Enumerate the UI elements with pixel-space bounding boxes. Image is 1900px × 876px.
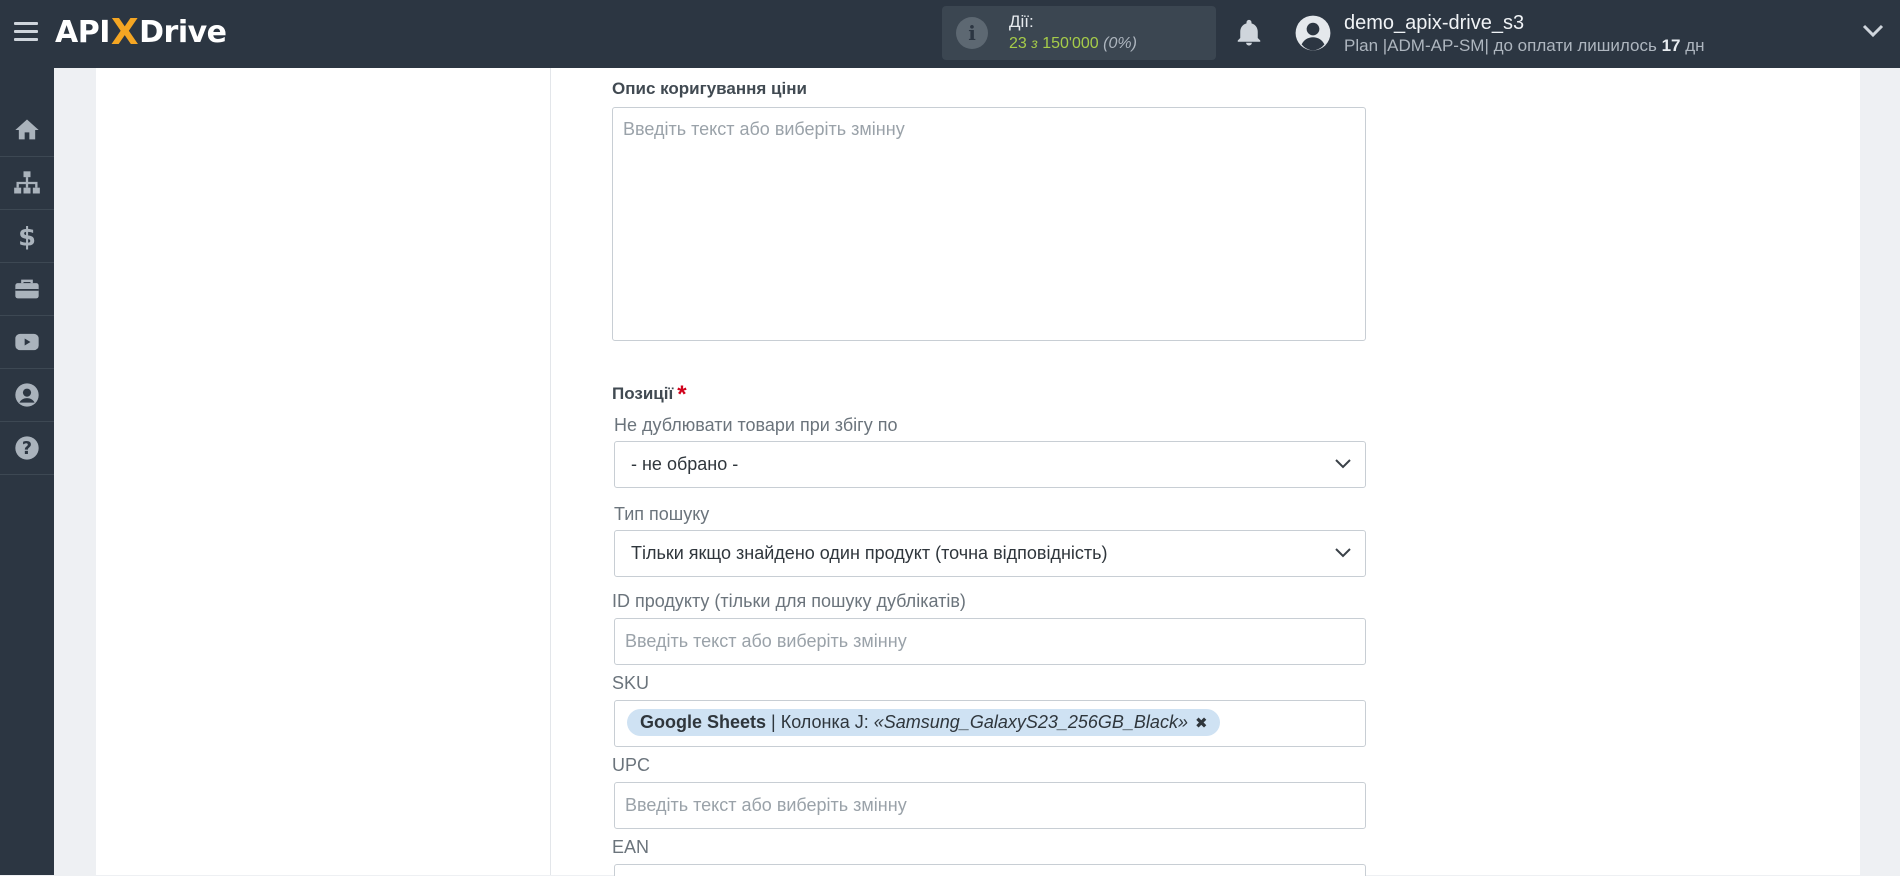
sidebar-item-help[interactable]: ? (0, 422, 54, 475)
upc-label: UPC (612, 755, 651, 775)
ean-label: EAN (612, 837, 650, 857)
remove-tag-icon[interactable]: ✖ (1195, 714, 1208, 732)
ean-input[interactable] (614, 864, 1366, 876)
sidebar-item-video[interactable] (0, 316, 54, 369)
dollar-icon: $ (18, 222, 36, 250)
home-icon (15, 119, 39, 140)
logo-text-right: Drive (139, 14, 227, 50)
logo-text-x: X (110, 11, 139, 53)
help-icon: ? (15, 436, 39, 460)
chevron-down-icon[interactable] (1862, 24, 1884, 38)
bell-icon[interactable] (1234, 18, 1264, 48)
price-adjust-placeholder: Введіть текст або виберіть змінну (623, 119, 905, 139)
actions-used: 23 (1009, 35, 1027, 52)
sidebar-item-home[interactable] (0, 104, 54, 157)
no-dup-select[interactable]: - не обрано - (614, 441, 1366, 488)
briefcase-icon (15, 279, 39, 299)
plan-text: Plan |ADM-AP-SM| до оплати лишилось (1344, 36, 1657, 55)
product-id-placeholder: Введіть текст або виберіть змінну (625, 631, 907, 651)
left-panel (96, 68, 551, 875)
avatar[interactable] (1294, 14, 1332, 52)
apix-drive-logo[interactable]: API X Drive (55, 11, 227, 53)
svg-text:$: $ (18, 222, 36, 250)
actions-percent: (0%) (1103, 35, 1137, 52)
tag-column: | Колонка J: (771, 712, 869, 732)
actions-counter[interactable]: i Дії: 23 з 150'000 (0%) (942, 6, 1216, 60)
sku-variable-tag[interactable]: Google Sheets | Колонка J: «Samsung_Gala… (627, 709, 1220, 736)
plan-days-unit: дн (1685, 36, 1705, 55)
search-type-label: Тип пошуку (614, 504, 710, 524)
no-dup-value: - не обрано - (631, 454, 739, 474)
actions-limit: 150'000 (1042, 35, 1099, 52)
sidebar: $ ? (0, 68, 54, 875)
sitemap-icon (14, 171, 40, 194)
tag-value: «Samsung_GalaxyS23_256GB_Black» (873, 712, 1188, 732)
user-name[interactable]: demo_apix-drive_s3 (1344, 12, 1524, 35)
upc-input[interactable]: Введіть текст або виберіть змінну (614, 782, 1366, 829)
sku-label: SKU (612, 673, 650, 693)
search-type-select[interactable]: Тільки якщо знайдено один продукт (точна… (614, 530, 1366, 577)
plan-days: 17 (1661, 36, 1681, 55)
product-id-label: ID продукту (тільки для пошуку дублікаті… (612, 591, 966, 611)
product-id-input[interactable]: Введіть текст або виберіть змінну (614, 618, 1366, 665)
user-circle-icon (15, 383, 39, 407)
sku-input[interactable]: Google Sheets | Колонка J: «Samsung_Gala… (614, 700, 1366, 747)
svg-text:?: ? (22, 439, 32, 459)
chevron-down-icon (1335, 548, 1351, 558)
search-type-value: Тільки якщо знайдено один продукт (точна… (631, 543, 1108, 563)
user-plan: Plan |ADM-AP-SM| до оплати лишилось 17 д… (1344, 36, 1705, 56)
positions-label: Позиції * (612, 378, 687, 408)
positions-label-text: Позиції (612, 384, 674, 403)
upc-placeholder: Введіть текст або виберіть змінну (625, 795, 907, 815)
actions-of: з (1031, 35, 1038, 51)
price-adjust-label: Опис коригування ціни (612, 79, 807, 98)
tag-source: Google Sheets (640, 712, 767, 732)
no-dup-label: Не дублювати товари при збігу по (614, 415, 898, 435)
info-icon: i (956, 17, 988, 49)
chevron-down-icon (1335, 459, 1351, 469)
top-bar: API X Drive i Дії: 23 з 150'000 (0%) demo_… (0, 0, 1900, 68)
sidebar-item-services[interactable] (0, 263, 54, 316)
sidebar-item-profile[interactable] (0, 369, 54, 422)
actions-title: Дії: (1009, 12, 1034, 31)
youtube-icon (15, 333, 39, 351)
menu-icon[interactable] (14, 22, 38, 42)
required-mark: * (677, 381, 687, 408)
sidebar-item-connections[interactable] (0, 157, 54, 210)
logo-text-left: API (55, 14, 110, 50)
price-adjust-textarea[interactable]: Введіть текст або виберіть змінну (612, 107, 1366, 341)
sidebar-item-billing[interactable]: $ (0, 210, 54, 263)
actions-count: 23 з 150'000 (0%) (1009, 35, 1137, 53)
